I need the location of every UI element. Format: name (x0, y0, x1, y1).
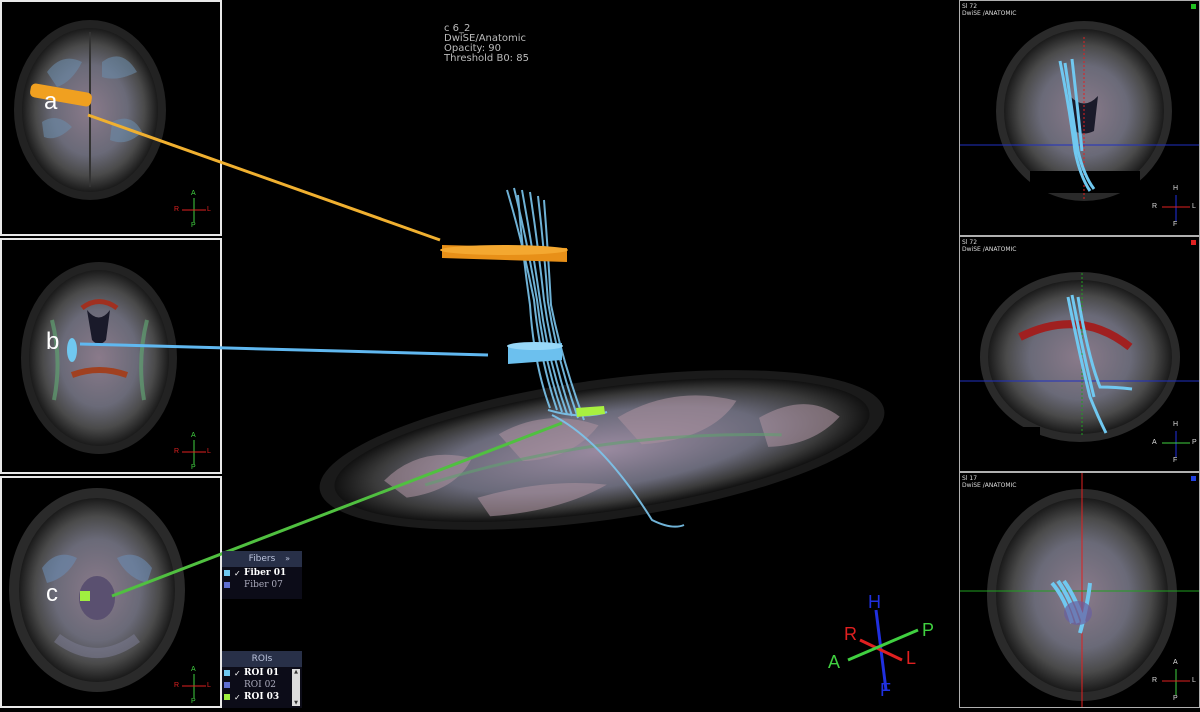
roi-b-marker (67, 338, 77, 362)
roi-color-swatch (224, 694, 230, 700)
sagittal-view[interactable]: Sl 72 DwiSE /ANATOMIC H A P F (959, 236, 1200, 472)
axial-view-c[interactable]: c A R L P (0, 476, 222, 708)
viewer-info: c 6_2 DwiSE/Anatomic Opacity: 90 Threshold … (444, 23, 529, 64)
axial-view-right[interactable]: Sl 17 DwiSE /ANATOMIC A R L P (959, 472, 1200, 708)
rois-panel: ROIs ✓ ROI 01 ROI 02 ✓ ROI 03 ▲ ▼ (222, 651, 302, 708)
gizmo-label-h: H (868, 592, 881, 612)
roi-item[interactable]: ROI 02 (222, 679, 302, 691)
roi-label-c: c (46, 580, 58, 607)
slice-number: Sl 72 (962, 239, 978, 246)
roi-label-b: b (46, 328, 60, 355)
rois-panel-header[interactable]: ROIs (222, 651, 302, 667)
gizmo-label-p: P (922, 620, 935, 640)
fibers-panel: Fibers » ✓ Fiber 01 Fiber 07 (222, 551, 302, 599)
gizmo-label-a: A (828, 652, 841, 672)
checkmark-icon[interactable]: ✓ (234, 569, 242, 578)
series-label: DwiSE /ANATOMIC (962, 482, 1017, 489)
roi-color-swatch (224, 670, 230, 676)
orientation-marker-axial-right: A R L P (1152, 659, 1196, 702)
gizmo-label-r: R (844, 624, 857, 644)
gizmo-label-l: L (906, 648, 917, 668)
checkmark-icon[interactable]: ✓ (234, 693, 242, 702)
roi-color-swatch (224, 682, 230, 688)
series-label: DwiSE /ANATOMIC (962, 246, 1017, 253)
fiber-color-swatch (224, 582, 230, 588)
checkmark-icon[interactable]: ✓ (234, 669, 242, 678)
view-indicator (1191, 240, 1196, 245)
roi-c-marker (80, 591, 90, 601)
roi-label-a: a (44, 88, 58, 115)
series-label: DwiSE /ANATOMIC (962, 10, 1017, 17)
roi-orange-disk (440, 245, 568, 262)
roi-item[interactable]: ✓ ROI 03 (222, 691, 302, 703)
roi-blue-disk (507, 342, 563, 364)
coronal-view[interactable]: Sl 72 DwiSE /ANATOMIC H R L F (959, 0, 1200, 236)
fiber-color-swatch (224, 570, 230, 576)
orientation-marker-sagittal: H A P F (1152, 421, 1197, 464)
scroll-up-icon[interactable]: ▲ (292, 669, 300, 675)
orientation-marker-c: A R L P (174, 666, 211, 705)
slice-number: Sl 17 (962, 475, 978, 482)
orientation-gizmo-3d: H F R L A P (820, 590, 950, 700)
gizmo-label-f: F (880, 680, 891, 700)
scroll-down-icon[interactable]: ▼ (292, 700, 300, 706)
roi-item[interactable]: ✓ ROI 01 (222, 667, 302, 679)
fiber-item[interactable]: ✓ Fiber 01 (222, 567, 302, 579)
orientation-marker-coronal: H R L F (1152, 185, 1196, 228)
scrollbar[interactable]: ▲ ▼ (292, 669, 300, 706)
fiber-item[interactable]: Fiber 07 (222, 579, 302, 591)
fibers-panel-header[interactable]: Fibers » (222, 551, 302, 567)
axial-view-b[interactable]: b A R L P (0, 238, 222, 474)
expand-icon[interactable]: » (285, 554, 290, 563)
orientation-marker-a: A R L P (174, 190, 211, 229)
view-indicator (1191, 4, 1196, 9)
view-indicator (1191, 476, 1196, 481)
orientation-marker-b: A R L P (174, 432, 211, 471)
axial-view-a[interactable]: a A R L P (0, 0, 222, 236)
slice-number: Sl 72 (962, 3, 978, 10)
